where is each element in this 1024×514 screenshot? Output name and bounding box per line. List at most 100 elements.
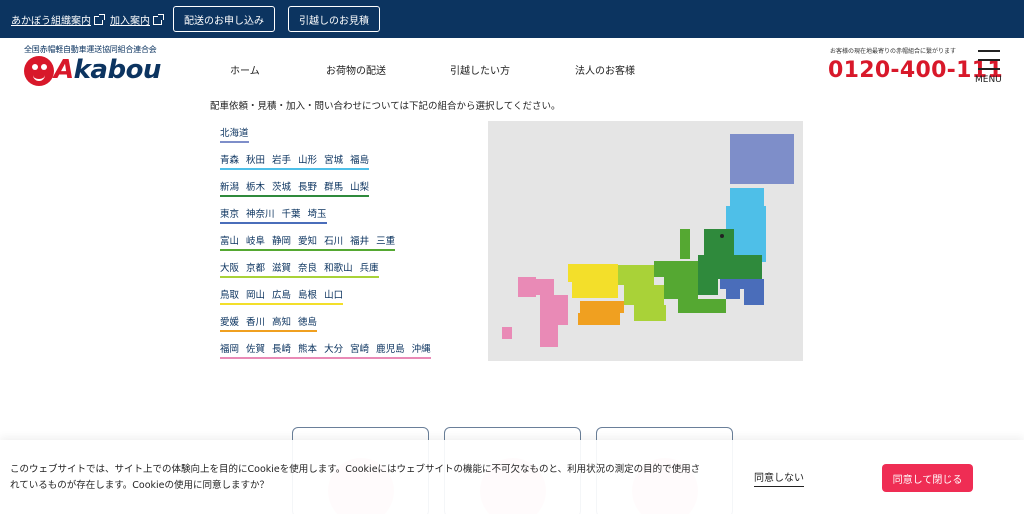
prefecture-link[interactable]: 京都 — [246, 260, 265, 274]
prefecture-link[interactable]: 青森 — [220, 152, 239, 166]
prefecture-link[interactable]: 佐賀 — [246, 341, 265, 355]
nav-delivery[interactable]: お荷物の配送 — [326, 62, 386, 77]
region-row: 北海道 — [220, 125, 249, 143]
japan-map-svg — [502, 134, 794, 347]
prefecture-link[interactable]: 埼玉 — [308, 206, 327, 220]
map-region-chubu[interactable] — [680, 229, 690, 259]
prefecture-link[interactable]: 東京 — [220, 206, 239, 220]
prefecture-link[interactable]: 三重 — [376, 233, 395, 247]
prefecture-link[interactable]: 岐阜 — [246, 233, 265, 247]
prefecture-link[interactable]: 長野 — [298, 179, 317, 193]
prefecture-link[interactable]: 新潟 — [220, 179, 239, 193]
map-region-chugoku[interactable] — [568, 264, 618, 282]
map-region-chubu[interactable] — [678, 299, 726, 313]
map-region-kanto[interactable] — [744, 279, 764, 305]
prefecture-link[interactable]: 熊本 — [298, 341, 317, 355]
prefecture-link[interactable]: 宮崎 — [350, 341, 369, 355]
map-region-koshinetsu[interactable] — [718, 255, 762, 279]
org-name: 全国赤帽軽自動車運送協同組合連合会 — [24, 45, 157, 54]
map-region-kinki[interactable] — [618, 265, 654, 285]
map-region-kanto[interactable] — [720, 279, 744, 289]
map-region-kyushu[interactable] — [534, 279, 554, 295]
map-region-shikoku[interactable] — [580, 301, 624, 313]
prefecture-link[interactable]: 静岡 — [272, 233, 291, 247]
org-info-link[interactable]: あかぼう組織案内 — [11, 12, 105, 27]
logo[interactable]: Akabou — [54, 55, 161, 85]
cookie-decline-button[interactable]: 同意しない — [754, 469, 804, 487]
prefecture-link[interactable]: 石川 — [324, 233, 343, 247]
prefecture-link[interactable]: 富山 — [220, 233, 239, 247]
membership-link[interactable]: 加入案内 — [110, 12, 164, 27]
cookie-banner: このウェブサイトでは、サイト上での体験向上を目的にCookieを使用します。Co… — [0, 440, 1024, 514]
map-region-kyushu[interactable] — [558, 295, 568, 325]
prefecture-link[interactable]: 香川 — [246, 314, 265, 328]
prefecture-link[interactable]: 鹿児島 — [376, 341, 405, 355]
prefecture-link[interactable]: 岩手 — [272, 152, 291, 166]
prefecture-link[interactable]: 福井 — [350, 233, 369, 247]
cookie-message: このウェブサイトでは、サイト上での体験向上を目的にCookieを使用します。Co… — [10, 464, 701, 491]
prefecture-link[interactable]: 千葉 — [282, 206, 301, 220]
prefecture-link[interactable]: 秋田 — [246, 152, 265, 166]
map-region-okinawa[interactable] — [502, 327, 512, 339]
prefecture-link[interactable]: 岡山 — [246, 287, 265, 301]
region-row: 青森 秋田 岩手 山形 宮城 福島 — [220, 152, 370, 170]
map-region-kinki[interactable] — [624, 285, 664, 305]
moving-estimate-button[interactable]: 引越しのお見積 — [288, 6, 380, 32]
prefecture-link[interactable]: 島根 — [298, 287, 317, 301]
prefecture-link[interactable]: 大分 — [324, 341, 343, 355]
map-region-koshinetsu[interactable] — [704, 229, 734, 255]
prefecture-link[interactable]: 滋賀 — [272, 260, 291, 274]
map-region-hokkaido[interactable] — [730, 134, 794, 184]
cookie-accept-button[interactable]: 同意して閉じる — [882, 464, 973, 492]
delivery-request-button[interactable]: 配送のお申し込み — [173, 6, 275, 32]
menu-label[interactable]: MENU — [975, 75, 1002, 85]
prefecture-link[interactable]: 宮城 — [324, 152, 343, 166]
prefecture-link[interactable]: 沖縄 — [412, 341, 431, 355]
region-row: 東京 神奈川 千葉 埼玉 — [220, 206, 327, 224]
prefecture-link[interactable]: 栃木 — [246, 179, 265, 193]
prefecture-link[interactable]: 神奈川 — [246, 206, 275, 220]
region-row: 富山 岐阜 静岡 愛知 石川 福井 三重 — [220, 233, 396, 251]
prefecture-link[interactable]: 山梨 — [350, 179, 369, 193]
map-region-chubu[interactable] — [654, 261, 698, 277]
nav-home[interactable]: ホーム — [230, 62, 260, 77]
map-region-shikoku[interactable] — [578, 313, 620, 325]
map-region-kyushu[interactable] — [518, 277, 536, 297]
prefecture-link[interactable]: 福岡 — [220, 341, 239, 355]
prefecture-link[interactable]: 徳島 — [298, 314, 317, 328]
phone-note: お客様の現在地最寄りの赤帽組合に繋がります — [830, 48, 957, 55]
prefecture-link[interactable]: 山形 — [298, 152, 317, 166]
prefecture-link[interactable]: 高知 — [272, 314, 291, 328]
map-dot — [720, 234, 724, 238]
prefecture-link[interactable]: 奈良 — [298, 260, 317, 274]
prefecture-link[interactable]: 広島 — [272, 287, 291, 301]
map-region-koshinetsu[interactable] — [698, 255, 718, 295]
map-region-kinki[interactable] — [634, 305, 666, 321]
map-region-tohoku[interactable] — [730, 188, 764, 206]
prefecture-link[interactable]: 福島 — [350, 152, 369, 166]
prefecture-link[interactable]: 愛知 — [298, 233, 317, 247]
prefecture-link[interactable]: 鳥取 — [220, 287, 239, 301]
logo-mascot-icon[interactable] — [24, 56, 54, 86]
region-row: 愛媛 香川 高知 徳島 — [220, 314, 318, 332]
prefecture-link[interactable]: 茨城 — [272, 179, 291, 193]
map-region-kyushu[interactable] — [540, 295, 558, 347]
prefecture-link[interactable]: 北海道 — [220, 125, 249, 139]
external-link-icon — [94, 14, 105, 25]
map-region-chugoku[interactable] — [572, 282, 618, 298]
nav-moving[interactable]: 引越したい方 — [450, 62, 510, 77]
prefecture-link[interactable]: 大阪 — [220, 260, 239, 274]
prefecture-link[interactable]: 愛媛 — [220, 314, 239, 328]
japan-map — [488, 121, 803, 361]
region-row: 新潟 栃木 茨城 長野 群馬 山梨 — [220, 179, 370, 197]
prefecture-link[interactable]: 和歌山 — [324, 260, 353, 274]
prefecture-link[interactable]: 兵庫 — [360, 260, 379, 274]
prefecture-link[interactable]: 長崎 — [272, 341, 291, 355]
map-region-chubu[interactable] — [664, 277, 698, 299]
map-region-kanto[interactable] — [726, 289, 740, 299]
prefecture-link[interactable]: 群馬 — [324, 179, 343, 193]
prefecture-link[interactable]: 山口 — [324, 287, 343, 301]
menu-icon[interactable] — [978, 50, 1000, 70]
top-bar: あかぼう組織案内 加入案内 配送のお申し込み 引越しのお見積 — [0, 0, 1024, 38]
nav-business[interactable]: 法人のお客様 — [575, 62, 635, 77]
